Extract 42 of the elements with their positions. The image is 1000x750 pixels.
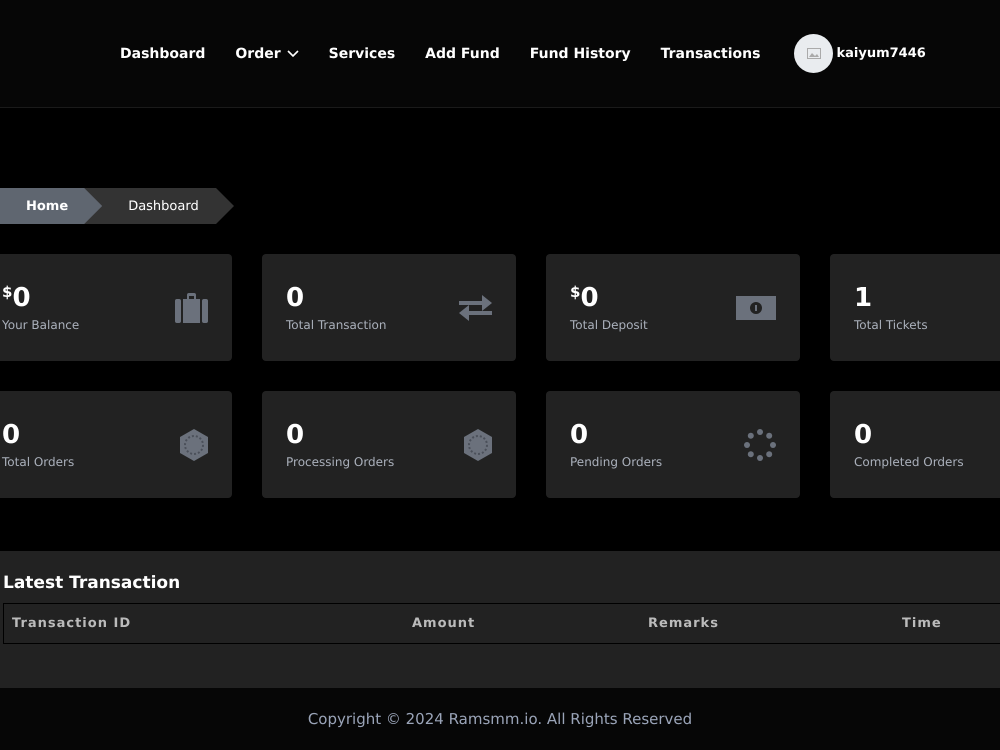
stat-label: Completed Orders bbox=[854, 454, 964, 468]
section-title: Latest Transaction bbox=[3, 573, 182, 593]
image-icon bbox=[806, 48, 821, 59]
spinner-icon bbox=[744, 428, 776, 460]
nav-link[interactable]: Services bbox=[328, 46, 396, 62]
stat-label: Your Balance bbox=[2, 318, 80, 332]
hexagon-emblem-icon bbox=[464, 428, 492, 460]
nav-link[interactable]: Dashboard bbox=[120, 46, 206, 62]
column-header: Remarks bbox=[647, 616, 720, 631]
nav-link[interactable]: Add Fund bbox=[425, 46, 500, 62]
currency-sign: $ bbox=[2, 284, 12, 300]
breadcrumb-item[interactable]: Dashboard bbox=[102, 188, 199, 224]
stat-value: 0 bbox=[12, 284, 31, 312]
hexagon-emblem-icon bbox=[180, 428, 208, 460]
nav-link[interactable]: Transactions bbox=[660, 46, 760, 62]
exchange-icon bbox=[459, 294, 492, 320]
column-header: Amount bbox=[411, 616, 476, 631]
chevron-down-icon bbox=[286, 50, 299, 58]
banknote-icon bbox=[736, 296, 776, 320]
stat-value: 0 bbox=[286, 284, 304, 312]
stat-label: Pending Orders bbox=[570, 454, 662, 468]
stat-value: 0 bbox=[580, 284, 599, 312]
stat-value: 0 bbox=[286, 420, 304, 448]
stat-value: 0 bbox=[570, 420, 588, 448]
stat-value: 0 bbox=[854, 420, 872, 448]
nav-link[interactable]: Order bbox=[235, 46, 299, 62]
currency-sign: $ bbox=[570, 284, 580, 300]
stat-value: 0 bbox=[2, 420, 20, 448]
column-header: Time bbox=[901, 616, 943, 631]
stat-label: Total Orders bbox=[2, 454, 74, 468]
stat-label: Total Deposit bbox=[570, 318, 648, 332]
stat-label: Processing Orders bbox=[286, 454, 394, 468]
breadcrumb-item[interactable]: Home bbox=[0, 188, 102, 224]
username[interactable]: kaiyum7446 bbox=[836, 46, 926, 61]
copyright-text: Copyright © 2024 Ramsmm.io. All Rights Reserved bbox=[308, 710, 692, 728]
stat-label: Total Tickets bbox=[854, 318, 928, 332]
user-avatar[interactable] bbox=[794, 34, 834, 73]
briefcase-icon bbox=[175, 292, 208, 322]
stat-label: Total Transaction bbox=[286, 318, 386, 332]
column-header: Transaction ID bbox=[11, 616, 132, 631]
nav-link[interactable]: Fund History bbox=[530, 46, 631, 62]
stat-value: 1 bbox=[854, 284, 872, 312]
